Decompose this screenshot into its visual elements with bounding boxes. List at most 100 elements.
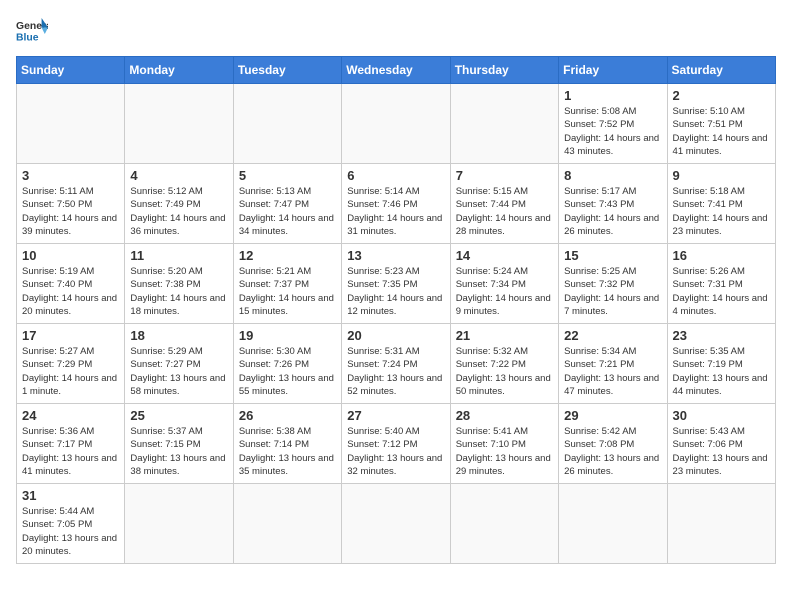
day-info: Sunrise: 5:27 AM Sunset: 7:29 PM Dayligh… bbox=[22, 345, 119, 398]
day-number: 11 bbox=[130, 248, 227, 263]
week-row-3: 10 Sunrise: 5:19 AM Sunset: 7:40 PM Dayli… bbox=[17, 244, 776, 324]
day-info: Sunrise: 5:34 AM Sunset: 7:21 PM Dayligh… bbox=[564, 345, 661, 398]
day-cell: 21 Sunrise: 5:32 AM Sunset: 7:22 PM Dayli… bbox=[450, 324, 558, 404]
day-info: Sunrise: 5:11 AM Sunset: 7:50 PM Dayligh… bbox=[22, 185, 119, 238]
day-cell: 24 Sunrise: 5:36 AM Sunset: 7:17 PM Dayli… bbox=[17, 404, 125, 484]
day-info: Sunrise: 5:30 AM Sunset: 7:26 PM Dayligh… bbox=[239, 345, 336, 398]
day-cell: 15Sunrise: 5:25 AM Sunset: 7:32 PM Dayli… bbox=[559, 244, 667, 324]
day-info: Sunrise: 5:35 AM Sunset: 7:19 PM Dayligh… bbox=[673, 345, 770, 398]
day-number: 18 bbox=[130, 328, 227, 343]
week-row-1: 1Sunrise: 5:08 AM Sunset: 7:52 PM Daylig… bbox=[17, 84, 776, 164]
day-number: 2 bbox=[673, 88, 770, 103]
day-cell bbox=[667, 484, 775, 564]
weekday-header-tuesday: Tuesday bbox=[233, 57, 341, 84]
day-info: Sunrise: 5:26 AM Sunset: 7:31 PM Dayligh… bbox=[673, 265, 770, 318]
day-number: 5 bbox=[239, 168, 336, 183]
day-number: 17 bbox=[22, 328, 119, 343]
day-info: Sunrise: 5:42 AM Sunset: 7:08 PM Dayligh… bbox=[564, 425, 661, 478]
day-cell bbox=[450, 84, 558, 164]
day-cell bbox=[342, 84, 450, 164]
weekday-header-friday: Friday bbox=[559, 57, 667, 84]
day-number: 6 bbox=[347, 168, 444, 183]
day-number: 12 bbox=[239, 248, 336, 263]
day-info: Sunrise: 5:21 AM Sunset: 7:37 PM Dayligh… bbox=[239, 265, 336, 318]
day-cell bbox=[450, 484, 558, 564]
day-number: 29 bbox=[564, 408, 661, 423]
day-cell: 28 Sunrise: 5:41 AM Sunset: 7:10 PM Dayli… bbox=[450, 404, 558, 484]
day-cell: 22 Sunrise: 5:34 AM Sunset: 7:21 PM Dayli… bbox=[559, 324, 667, 404]
day-number: 14 bbox=[456, 248, 553, 263]
weekday-header-sunday: Sunday bbox=[17, 57, 125, 84]
day-number: 3 bbox=[22, 168, 119, 183]
day-number: 15 bbox=[564, 248, 661, 263]
day-info: Sunrise: 5:12 AM Sunset: 7:49 PM Dayligh… bbox=[130, 185, 227, 238]
week-row-4: 17 Sunrise: 5:27 AM Sunset: 7:29 PM Dayli… bbox=[17, 324, 776, 404]
day-number: 21 bbox=[456, 328, 553, 343]
day-number: 20 bbox=[347, 328, 444, 343]
day-cell: 29 Sunrise: 5:42 AM Sunset: 7:08 PM Dayli… bbox=[559, 404, 667, 484]
day-number: 23 bbox=[673, 328, 770, 343]
day-number: 1 bbox=[564, 88, 661, 103]
day-info: Sunrise: 5:31 AM Sunset: 7:24 PM Dayligh… bbox=[347, 345, 444, 398]
day-number: 28 bbox=[456, 408, 553, 423]
day-info: Sunrise: 5:43 AM Sunset: 7:06 PM Dayligh… bbox=[673, 425, 770, 478]
day-cell: 1Sunrise: 5:08 AM Sunset: 7:52 PM Daylig… bbox=[559, 84, 667, 164]
day-info: Sunrise: 5:23 AM Sunset: 7:35 PM Dayligh… bbox=[347, 265, 444, 318]
day-cell bbox=[233, 84, 341, 164]
day-cell bbox=[125, 484, 233, 564]
day-cell: 27Sunrise: 5:40 AM Sunset: 7:12 PM Dayli… bbox=[342, 404, 450, 484]
week-row-2: 3 Sunrise: 5:11 AM Sunset: 7:50 PM Daylig… bbox=[17, 164, 776, 244]
day-cell: 10 Sunrise: 5:19 AM Sunset: 7:40 PM Dayli… bbox=[17, 244, 125, 324]
day-info: Sunrise: 5:10 AM Sunset: 7:51 PM Dayligh… bbox=[673, 105, 770, 158]
logo: General Blue bbox=[16, 16, 52, 44]
day-number: 27 bbox=[347, 408, 444, 423]
day-info: Sunrise: 5:29 AM Sunset: 7:27 PM Dayligh… bbox=[130, 345, 227, 398]
day-cell bbox=[233, 484, 341, 564]
day-cell: 11Sunrise: 5:20 AM Sunset: 7:38 PM Dayli… bbox=[125, 244, 233, 324]
day-info: Sunrise: 5:13 AM Sunset: 7:47 PM Dayligh… bbox=[239, 185, 336, 238]
day-info: Sunrise: 5:19 AM Sunset: 7:40 PM Dayligh… bbox=[22, 265, 119, 318]
day-cell: 7Sunrise: 5:15 AM Sunset: 7:44 PM Daylig… bbox=[450, 164, 558, 244]
day-number: 22 bbox=[564, 328, 661, 343]
day-number: 30 bbox=[673, 408, 770, 423]
day-cell: 31Sunrise: 5:44 AM Sunset: 7:05 PM Dayli… bbox=[17, 484, 125, 564]
day-info: Sunrise: 5:37 AM Sunset: 7:15 PM Dayligh… bbox=[130, 425, 227, 478]
day-number: 26 bbox=[239, 408, 336, 423]
weekday-header-thursday: Thursday bbox=[450, 57, 558, 84]
day-cell: 18 Sunrise: 5:29 AM Sunset: 7:27 PM Dayli… bbox=[125, 324, 233, 404]
day-cell: 3 Sunrise: 5:11 AM Sunset: 7:50 PM Daylig… bbox=[17, 164, 125, 244]
day-number: 25 bbox=[130, 408, 227, 423]
day-cell bbox=[559, 484, 667, 564]
day-number: 31 bbox=[22, 488, 119, 503]
day-info: Sunrise: 5:36 AM Sunset: 7:17 PM Dayligh… bbox=[22, 425, 119, 478]
day-number: 9 bbox=[673, 168, 770, 183]
day-cell bbox=[125, 84, 233, 164]
day-number: 7 bbox=[456, 168, 553, 183]
day-cell: 2 Sunrise: 5:10 AM Sunset: 7:51 PM Daylig… bbox=[667, 84, 775, 164]
day-info: Sunrise: 5:24 AM Sunset: 7:34 PM Dayligh… bbox=[456, 265, 553, 318]
day-cell: 16 Sunrise: 5:26 AM Sunset: 7:31 PM Dayli… bbox=[667, 244, 775, 324]
day-cell: 19 Sunrise: 5:30 AM Sunset: 7:26 PM Dayli… bbox=[233, 324, 341, 404]
svg-text:Blue: Blue bbox=[16, 32, 39, 43]
day-cell: 14 Sunrise: 5:24 AM Sunset: 7:34 PM Dayli… bbox=[450, 244, 558, 324]
day-info: Sunrise: 5:14 AM Sunset: 7:46 PM Dayligh… bbox=[347, 185, 444, 238]
page-header: General Blue bbox=[16, 16, 776, 44]
weekday-header-row: SundayMondayTuesdayWednesdayThursdayFrid… bbox=[17, 57, 776, 84]
day-cell: 25 Sunrise: 5:37 AM Sunset: 7:15 PM Dayli… bbox=[125, 404, 233, 484]
day-info: Sunrise: 5:41 AM Sunset: 7:10 PM Dayligh… bbox=[456, 425, 553, 478]
day-info: Sunrise: 5:32 AM Sunset: 7:22 PM Dayligh… bbox=[456, 345, 553, 398]
day-number: 19 bbox=[239, 328, 336, 343]
day-number: 16 bbox=[673, 248, 770, 263]
day-cell: 23 Sunrise: 5:35 AM Sunset: 7:19 PM Dayli… bbox=[667, 324, 775, 404]
weekday-header-monday: Monday bbox=[125, 57, 233, 84]
day-cell: 17 Sunrise: 5:27 AM Sunset: 7:29 PM Dayli… bbox=[17, 324, 125, 404]
day-cell: 12 Sunrise: 5:21 AM Sunset: 7:37 PM Dayli… bbox=[233, 244, 341, 324]
logo-icon: General Blue bbox=[16, 16, 48, 44]
week-row-6: 31Sunrise: 5:44 AM Sunset: 7:05 PM Dayli… bbox=[17, 484, 776, 564]
day-cell: 26Sunrise: 5:38 AM Sunset: 7:14 PM Dayli… bbox=[233, 404, 341, 484]
day-cell: 30 Sunrise: 5:43 AM Sunset: 7:06 PM Dayli… bbox=[667, 404, 775, 484]
day-number: 10 bbox=[22, 248, 119, 263]
day-number: 24 bbox=[22, 408, 119, 423]
day-cell: 9Sunrise: 5:18 AM Sunset: 7:41 PM Daylig… bbox=[667, 164, 775, 244]
day-cell bbox=[342, 484, 450, 564]
